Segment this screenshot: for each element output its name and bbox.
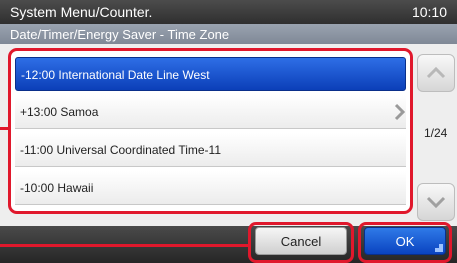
list-item-label: -10:00 Hawaii	[20, 181, 94, 195]
ok-button-label: OK	[395, 234, 415, 249]
chevron-down-icon	[426, 196, 446, 209]
list-item[interactable]: -12:00 International Date Line West	[15, 57, 406, 91]
time-zone-list: -12:00 International Date Line West +13:…	[8, 48, 413, 214]
chevron-right-icon	[394, 103, 406, 121]
ok-button[interactable]: OK	[364, 227, 446, 255]
subheader-bar: Date/Timer/Energy Saver - Time Zone	[0, 24, 457, 44]
list-item[interactable]: -11:00 Universal Coordinated Time-11	[15, 133, 406, 167]
corner-indicator-icon	[435, 244, 443, 252]
clock: 10:10	[411, 4, 447, 20]
page-title: Date/Timer/Energy Saver - Time Zone	[10, 27, 230, 42]
callout-line	[0, 127, 8, 130]
header-title: System Menu/Counter.	[10, 4, 153, 20]
scroll-up-button[interactable]	[417, 54, 455, 92]
callout-line	[0, 244, 248, 247]
scroll-down-button[interactable]	[417, 183, 455, 221]
list-item-label: -11:00 Universal Coordinated Time-11	[20, 143, 221, 157]
cancel-button[interactable]: Cancel	[255, 227, 347, 255]
page-indicator: 1/24	[424, 126, 448, 140]
cancel-button-label: Cancel	[280, 234, 322, 249]
list-item[interactable]: -10:00 Hawaii	[15, 171, 406, 205]
list-item[interactable]: +13:00 Samoa	[15, 95, 406, 129]
time-zone-screen: System Menu/Counter. 10:10 Date/Timer/En…	[0, 0, 457, 263]
header-bar: System Menu/Counter. 10:10	[0, 0, 457, 24]
list-item-label: -12:00 International Date Line West	[21, 68, 210, 82]
chevron-up-icon	[426, 66, 446, 79]
list-item-label: +13:00 Samoa	[20, 105, 99, 119]
